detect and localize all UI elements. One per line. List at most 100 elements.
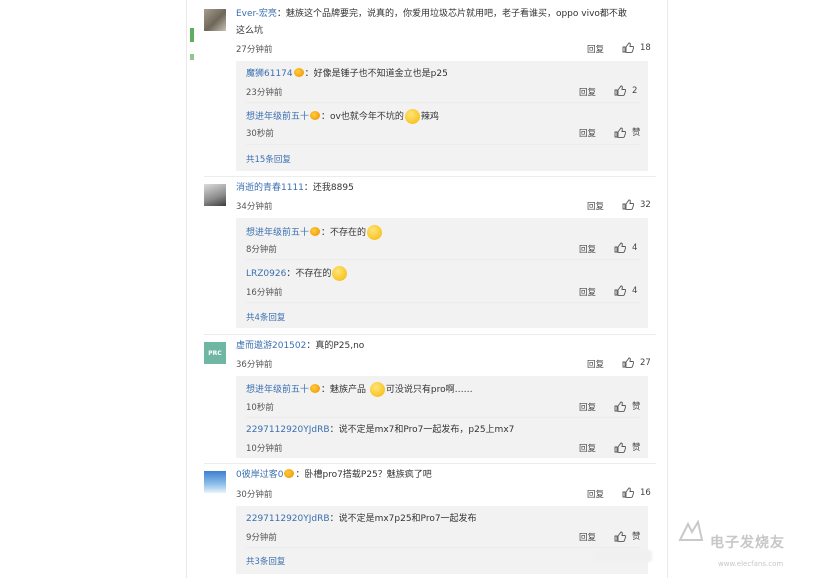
like-count: 2 (632, 85, 638, 96)
reply-button[interactable]: 回复 (579, 127, 596, 139)
username[interactable]: 想进年级前五十 (246, 228, 309, 238)
like-button[interactable]: 赞 (614, 441, 641, 453)
comment-text: Ever-宏亮：魅族这个品牌要完，说真的，你爱用垃圾芯片就用吧，老子看谁买，op… (236, 8, 627, 20)
like-label: 赞 (632, 443, 641, 453)
like-button[interactable]: 18 (622, 42, 651, 53)
like-button[interactable]: 32 (622, 199, 651, 210)
reply-button[interactable]: 回复 (587, 43, 604, 55)
divider (246, 417, 640, 418)
reply-body: ：好像是锤子也不知道金立也是p25 (304, 69, 448, 79)
comment-divider (204, 334, 656, 335)
comment-text: 0彼岸过客0 ：卧槽pro7搭载P25？魅族疯了吧 (236, 469, 432, 481)
timestamp: 10秒前 (246, 403, 274, 413)
like-button[interactable]: 2 (614, 85, 637, 96)
reply-body: ：ov也就今年不坑的 (321, 112, 404, 122)
comment-text: 消逝的青春1111：还我8895 (236, 182, 354, 194)
like-count: 32 (640, 199, 651, 210)
like-count: 4 (632, 285, 638, 296)
username[interactable]: 想进年级前五十 (246, 385, 309, 395)
like-count: 4 (632, 242, 638, 253)
reply-button[interactable]: 回复 (579, 401, 596, 413)
more-replies-link[interactable]: 共3条回复 (246, 555, 285, 567)
more-replies-link[interactable]: 共4条回复 (246, 311, 285, 323)
like-button[interactable]: 4 (614, 242, 637, 253)
like-button[interactable]: 16 (622, 487, 651, 498)
reply-body: ：说不定是mx7p25和Pro7一起发布 (329, 514, 477, 524)
username[interactable]: 想进年级前五十 (246, 112, 309, 122)
username[interactable]: Ever-宏亮 (236, 9, 277, 19)
avatar[interactable] (204, 184, 226, 206)
divider (246, 259, 640, 260)
thumbs-up-icon (614, 401, 626, 412)
reply-button[interactable]: 回复 (579, 531, 596, 543)
username[interactable]: 0彼岸过客0 (236, 470, 283, 480)
like-button[interactable]: 赞 (614, 530, 641, 542)
timestamp: 30分钟前 (236, 490, 273, 500)
thumbs-up-icon (614, 285, 626, 296)
thumbs-up-icon (622, 199, 634, 210)
like-label: 赞 (632, 128, 641, 138)
comment-body: ：还我8895 (303, 183, 354, 193)
like-count: 18 (640, 42, 651, 53)
username[interactable]: 虚而遨游201502 (236, 341, 306, 351)
comment-divider (204, 463, 656, 464)
divider (246, 302, 640, 303)
reply-body: ：不存在的 (321, 228, 367, 238)
reply-body: ：魅族产品 (321, 385, 367, 395)
reply-button[interactable]: 回复 (587, 200, 604, 212)
scroll-marker (190, 28, 194, 42)
reply-button[interactable]: 回复 (579, 86, 596, 98)
comment-body: ：真的P25,no (306, 341, 365, 351)
thumbs-up-icon (614, 531, 626, 542)
timestamp: 36分钟前 (236, 360, 273, 370)
like-button[interactable]: 赞 (614, 400, 641, 412)
member-badge-icon (293, 68, 304, 77)
thumbs-up-icon (622, 42, 634, 53)
username[interactable]: LRZ0926 (246, 269, 286, 279)
comment-divider (204, 176, 656, 177)
emoji-face-icon (369, 382, 385, 397)
avatar[interactable] (204, 471, 226, 493)
thumbs-up-icon (614, 85, 626, 96)
divider (246, 102, 640, 103)
username[interactable]: 消逝的青春1111 (236, 183, 304, 193)
reply-button[interactable]: 回复 (579, 442, 596, 454)
member-badge-icon (310, 227, 321, 236)
reply-text: 2297112920YJdRB：说不定是mx7和Pro7一起发布，p25上mx7 (246, 424, 514, 436)
thumbs-up-icon (614, 242, 626, 253)
reply-body: ：不存在的 (286, 269, 332, 279)
like-button[interactable]: 4 (614, 285, 637, 296)
more-replies-link[interactable]: 共15条回复 (246, 153, 291, 165)
thumbs-up-icon (622, 487, 634, 498)
like-count: 27 (640, 357, 651, 368)
reply-button[interactable]: 回复 (579, 243, 596, 255)
reply-button[interactable]: 回复 (587, 488, 604, 500)
emoji-face-icon (367, 225, 383, 240)
timestamp: 27分钟前 (236, 45, 273, 55)
divider (246, 547, 640, 548)
member-badge-icon (310, 111, 321, 120)
member-badge-icon (284, 469, 295, 478)
reply-text: 想进年级前五十 ：不存在的 (246, 225, 383, 240)
username[interactable]: 魔狮61174 (246, 69, 293, 79)
thumbs-up-icon (622, 357, 634, 368)
comment-body: ：魅族这个品牌要完，说真的，你爱用垃圾芯片就用吧，老子看谁买，oppo vivo… (276, 9, 627, 19)
timestamp: 16分钟前 (246, 288, 283, 298)
reply-text: 想进年级前五十 ：魅族产品 可没说只有pro啊…… (246, 382, 473, 397)
like-label: 赞 (632, 402, 641, 412)
thumbs-up-icon (614, 442, 626, 453)
reply-body-after: 可没说只有pro啊…… (385, 385, 473, 395)
avatar[interactable]: PRC (204, 342, 226, 364)
username[interactable]: 2297112920YJdRB (246, 514, 330, 524)
elecfans-logo-icon (678, 520, 704, 541)
emoji-face-icon (332, 266, 348, 281)
reply-button[interactable]: 回复 (579, 286, 596, 298)
avatar[interactable] (204, 9, 226, 31)
timestamp: 9分钟前 (246, 533, 277, 543)
timestamp: 10分钟前 (246, 444, 283, 454)
username[interactable]: 2297112920YJdRB (246, 425, 330, 435)
like-button[interactable]: 27 (622, 357, 651, 368)
comment-text: 虚而遨游201502：真的P25,no (236, 340, 364, 352)
like-button[interactable]: 赞 (614, 126, 641, 138)
reply-button[interactable]: 回复 (587, 358, 604, 370)
